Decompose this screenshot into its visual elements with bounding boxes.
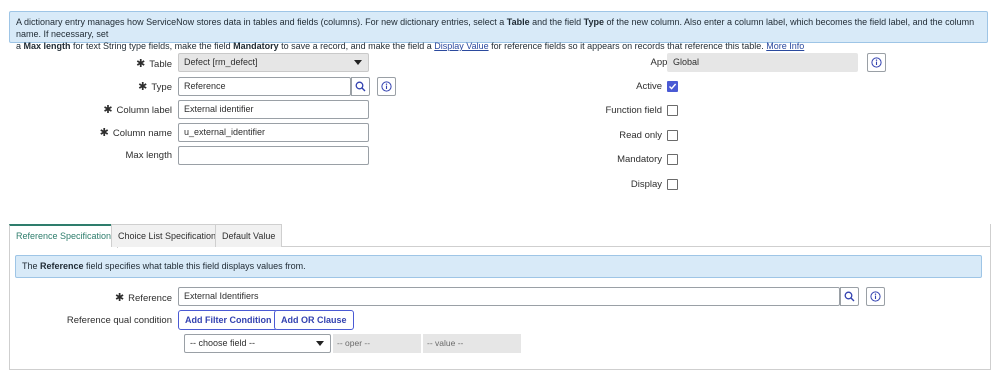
display-checkbox[interactable] [667,179,678,190]
reference-label: ✱ Reference [115,291,172,304]
column-name-label: ✱ Column name [100,126,172,139]
table-label: ✱ Table [136,57,172,70]
banner-text: for text String type fields, make the fi… [70,41,234,51]
value-input[interactable]: -- value -- [423,334,521,353]
required-marker: ✱ [136,58,146,70]
function-field-label: Function field [605,105,662,116]
info-banner: A dictionary entry manages how ServiceNo… [9,11,988,51]
reference-lookup-button[interactable] [840,287,859,306]
tab-reference-specification[interactable]: Reference Specification [9,224,119,248]
more-info-link[interactable]: More Info [766,41,804,51]
type-input[interactable]: Reference [178,77,351,96]
column-label-input[interactable]: External identifier [178,100,369,119]
banner-bold-mandatory: Mandatory [233,41,279,51]
reference-input[interactable]: External Identifiers [178,287,840,306]
banner-text: for reference fields so it appears on re… [488,41,767,51]
display-value-link[interactable]: Display Value [434,41,488,51]
tab-choice-list-specification[interactable]: Choice List Specification [111,224,224,247]
ref-banner-text: The [22,261,41,271]
active-checkbox[interactable] [667,81,678,92]
mandatory-checkbox[interactable] [667,154,678,165]
required-marker: ✱ [138,81,148,93]
required-marker: ✱ [114,292,125,304]
table-select[interactable]: Defect [rm_defect] [178,53,369,72]
reference-info-button[interactable] [866,287,885,306]
banner-text: A dictionary entry manages how ServiceNo… [16,17,507,27]
banner-text: to save a record, and make the field a [278,41,435,51]
column-name-input[interactable]: u_external_identifier [178,123,369,142]
choose-field-value: -- choose field -- [190,338,256,348]
info-icon [870,291,881,302]
banner-bold-type: Type [583,17,604,27]
banner-text: and the field [529,17,584,27]
table-label-text: Table [149,59,172,70]
table-select-value: Defect [rm_defect] [184,57,258,67]
required-marker: ✱ [99,127,109,139]
info-icon [381,81,392,92]
banner-bold-table: Table [506,17,530,27]
search-icon [844,291,855,302]
add-filter-condition-button[interactable]: Add Filter Condition [178,310,279,330]
operator-select[interactable]: -- oper -- [333,334,421,353]
info-icon [871,57,882,68]
reference-label-text: Reference [128,293,172,304]
tab-default-value[interactable]: Default Value [215,224,283,247]
check-icon [669,83,677,90]
choose-field-select[interactable]: -- choose field -- [184,334,331,353]
display-label: Display [630,179,662,190]
column-label-label: ✱ Column label [103,103,172,116]
column-label-label-text: Column label [116,105,172,116]
function-field-checkbox[interactable] [667,105,678,116]
application-field: Global [667,53,858,72]
search-icon [355,81,366,92]
type-label-text: Type [151,82,172,93]
banner-bold-max-length: Max length [23,41,71,51]
type-info-button[interactable] [377,77,396,96]
required-marker: ✱ [103,104,113,116]
reference-qual-label: Reference qual condition [66,315,172,326]
read-only-checkbox[interactable] [667,130,678,141]
application-info-button[interactable] [867,53,886,72]
ref-banner-text: field specifies what table this field di… [83,261,306,271]
banner-text: a [16,41,24,51]
type-label: ✱ Type [138,80,172,93]
ref-banner-bold: Reference [40,261,84,271]
read-only-label: Read only [619,130,662,141]
info-banner-line1: A dictionary entry manages how ServiceNo… [16,16,981,40]
max-length-label: Max length [125,150,172,161]
column-name-label-text: Column name [112,128,172,139]
chevron-down-icon [354,60,362,65]
mandatory-label: Mandatory [617,154,662,165]
max-length-input[interactable] [178,146,369,165]
chevron-down-icon [316,341,324,346]
active-label: Active [636,81,662,92]
reference-info-banner: The Reference field specifies what table… [15,255,982,278]
add-or-clause-button[interactable]: Add OR Clause [274,310,354,330]
info-banner-line2: a Max length for text String type fields… [16,40,981,52]
type-lookup-button[interactable] [351,77,370,96]
